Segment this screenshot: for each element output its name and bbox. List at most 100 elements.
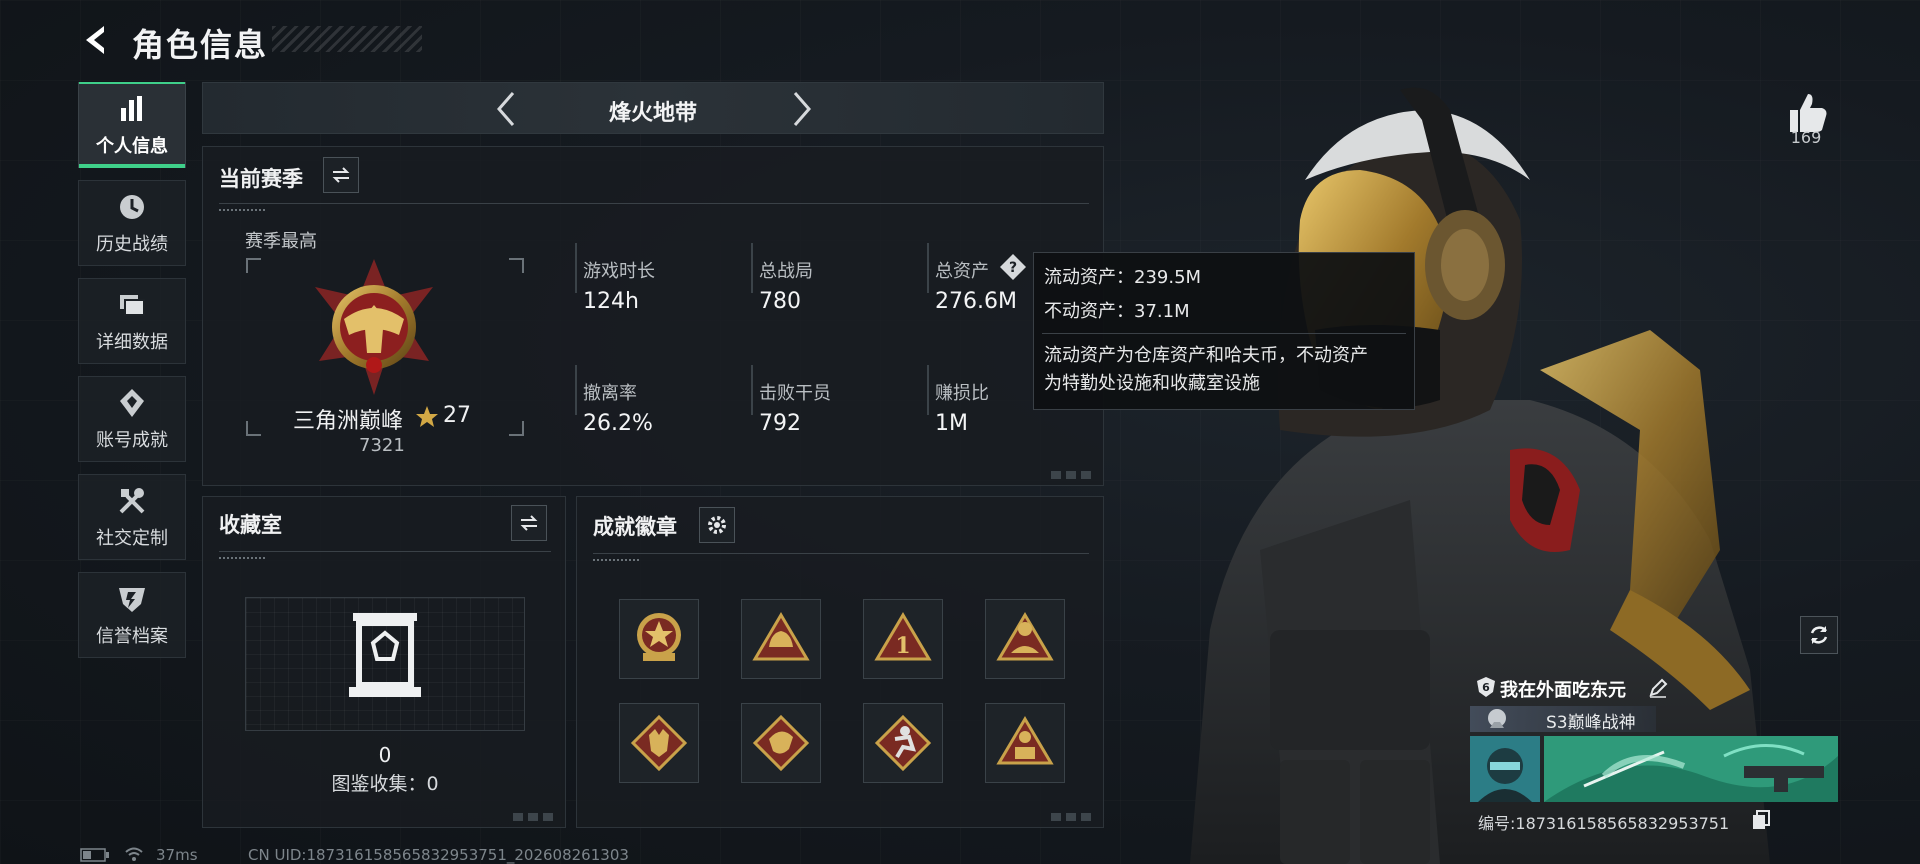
badges-settings-button[interactable] bbox=[699, 507, 735, 543]
rank-stars: 27 bbox=[443, 403, 471, 428]
panel-corner-decoration bbox=[1051, 813, 1095, 821]
sidebar-item-label: 信誉档案 bbox=[96, 626, 168, 647]
assets-tooltip: 流动资产：239.5M 不动资产：37.1M 流动资产为仓库资产和哈夫币，不动资… bbox=[1033, 252, 1415, 410]
ping-value: 37ms bbox=[156, 846, 198, 864]
sidebar-item-history[interactable]: 历史战绩 bbox=[78, 180, 186, 266]
heading-divider bbox=[219, 203, 1089, 204]
sidebar-item-label: 个人信息 bbox=[96, 136, 168, 157]
stat-label-operators-defeated: 击败干员 bbox=[759, 383, 831, 404]
stat-divider bbox=[927, 243, 929, 293]
stat-divider bbox=[575, 243, 577, 293]
sidebar-item-achievements[interactable]: 账号成就 bbox=[78, 376, 186, 462]
credit-shield-icon bbox=[119, 588, 145, 612]
stat-label-extraction-rate: 撤离率 bbox=[583, 383, 637, 404]
rank-name: 三角洲巅峰 bbox=[293, 409, 404, 434]
rank-one-badge[interactable]: 1 bbox=[863, 599, 943, 679]
edit-name-icon[interactable] bbox=[1648, 678, 1668, 698]
stat-value-play-time: 124h bbox=[583, 289, 639, 314]
like-count: 169 bbox=[1790, 128, 1822, 147]
sidebar-item-social-custom[interactable]: 社交定制 bbox=[78, 474, 186, 560]
tooltip-description-line-1: 流动资产为仓库资产和哈夫币，不动资产 bbox=[1044, 345, 1368, 366]
switch-icon bbox=[520, 515, 538, 531]
rank-one-icon: 1 bbox=[874, 612, 932, 661]
player-serial-number: 编号:18731615856583295375​1 bbox=[1478, 814, 1730, 833]
back-arrow-icon[interactable] bbox=[78, 22, 114, 58]
rank-star-icon bbox=[416, 406, 438, 427]
stat-label-total-assets: 总资产 bbox=[935, 261, 989, 282]
refresh-icon bbox=[1810, 626, 1828, 644]
star-shield-icon bbox=[637, 613, 681, 661]
title-emblem-icon bbox=[1488, 709, 1506, 728]
season-best-label: 赛季最高 bbox=[245, 231, 317, 252]
mode-label: 烽火地带 bbox=[608, 101, 697, 126]
panel-corner-decoration bbox=[1051, 471, 1095, 479]
star-shield-badge[interactable] bbox=[619, 599, 699, 679]
sidebar-item-detailed-data[interactable]: 详细数据 bbox=[78, 278, 186, 364]
display-case-icon bbox=[349, 613, 421, 697]
stat-divider bbox=[751, 365, 753, 415]
player-banner[interactable] bbox=[1544, 736, 1838, 802]
runner-badge[interactable] bbox=[863, 703, 943, 783]
heading-tick bbox=[219, 209, 265, 211]
tooltip-fixed-assets: 不动资产：37.1M bbox=[1044, 301, 1190, 322]
rotate-character-button[interactable] bbox=[1800, 616, 1838, 654]
s4-badge[interactable] bbox=[985, 599, 1065, 679]
next-mode-arrow-icon[interactable] bbox=[783, 89, 819, 129]
level-shield-icon: 6 bbox=[1477, 677, 1495, 697]
sidebar-item-credit-record[interactable]: 信誉档案 bbox=[78, 572, 186, 658]
collection-room-panel: 收藏室 0 图鉴收集：0 bbox=[202, 496, 566, 828]
player-title: S3巅峰战神 bbox=[1546, 713, 1636, 733]
stat-divider bbox=[575, 365, 577, 415]
stat-divider bbox=[927, 365, 929, 415]
stat-value-extraction-rate: 26.2% bbox=[583, 411, 653, 436]
stat-label-play-time: 游戏时长 bbox=[583, 261, 655, 282]
stat-label-total-matches: 总战局 bbox=[759, 261, 813, 282]
tools-icon bbox=[119, 488, 145, 514]
collection-switch-button[interactable] bbox=[511, 505, 547, 541]
sidebar-item-label: 账号成就 bbox=[96, 430, 168, 451]
bar-chart-icon bbox=[121, 96, 142, 121]
season-switch-button[interactable] bbox=[323, 157, 359, 193]
rank-emblem-icon bbox=[315, 259, 433, 395]
collection-count: 0 bbox=[378, 743, 392, 767]
heading-divider bbox=[593, 553, 1089, 554]
helmet-badge[interactable] bbox=[741, 599, 821, 679]
svg-text:6: 6 bbox=[1482, 681, 1490, 694]
wolf-icon bbox=[630, 714, 688, 772]
s6-badge[interactable] bbox=[985, 703, 1065, 783]
sidebar-item-label: 详细数据 bbox=[96, 332, 168, 353]
runner-icon bbox=[874, 714, 932, 772]
copy-icon[interactable] bbox=[1752, 810, 1770, 830]
svg-text:?: ? bbox=[1009, 260, 1017, 276]
current-season-panel: 当前赛季 赛季最高 三角洲巅峰 27 7321 游戏时长 124h 总战局 78… bbox=[202, 146, 1104, 486]
title-decoration bbox=[272, 26, 422, 52]
stat-label-profit-ratio: 赚损比 bbox=[935, 383, 989, 404]
page-title: 角色信息 bbox=[132, 26, 269, 64]
player-avatar[interactable] bbox=[1470, 736, 1540, 802]
folders-icon bbox=[120, 295, 145, 316]
season-heading: 当前赛季 bbox=[219, 167, 303, 191]
wolf-badge[interactable] bbox=[619, 703, 699, 783]
tooltip-divider bbox=[1042, 333, 1406, 334]
heading-divider bbox=[219, 551, 551, 552]
sidebar-item-label: 历史战绩 bbox=[96, 234, 168, 255]
heading-tick bbox=[593, 559, 639, 561]
rank-points: 7321 bbox=[359, 435, 405, 456]
stat-value-operators-defeated: 792 bbox=[759, 411, 801, 436]
stat-value-total-assets: 276.6M bbox=[935, 289, 1017, 314]
dragon-badge[interactable] bbox=[741, 703, 821, 783]
panel-corner-decoration bbox=[513, 813, 557, 821]
player-name: 我在外面吃东元 bbox=[1500, 680, 1626, 701]
achievement-icon bbox=[120, 389, 144, 417]
help-icon[interactable]: ? bbox=[999, 253, 1027, 281]
heading-tick bbox=[219, 557, 265, 559]
sidebar-item-personal-info[interactable]: 个人信息 bbox=[78, 82, 186, 168]
battery-icon bbox=[80, 848, 109, 862]
svg-text:1: 1 bbox=[895, 633, 910, 659]
wifi-icon bbox=[125, 847, 143, 861]
collection-heading: 收藏室 bbox=[219, 513, 282, 537]
tooltip-description-line-2: 为特勤处设施和收藏室设施 bbox=[1044, 373, 1260, 394]
uid-text: CN UID:1873161585658329537​51_2026082613… bbox=[248, 846, 629, 864]
sidebar-item-label: 社交定制 bbox=[96, 528, 168, 549]
tooltip-liquid-assets: 流动资产：239.5M bbox=[1044, 267, 1202, 288]
